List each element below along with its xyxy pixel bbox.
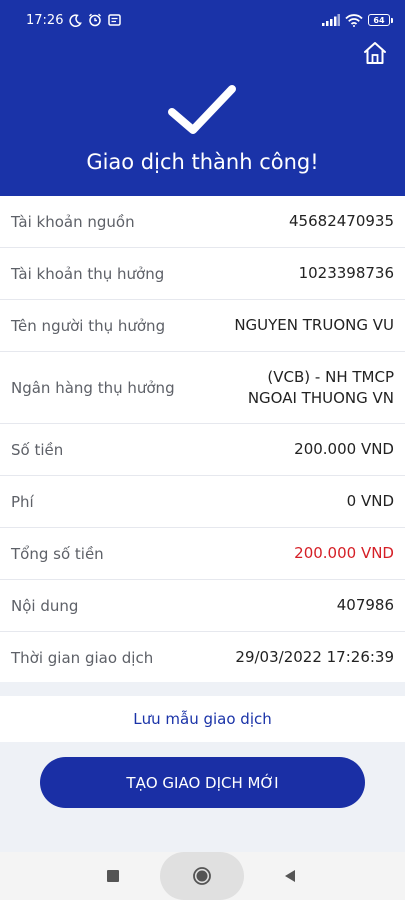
battery-level: 64 xyxy=(373,15,385,25)
system-nav-bar xyxy=(0,852,405,900)
section-divider xyxy=(0,682,405,696)
detail-value: 200.000 VND xyxy=(294,440,394,458)
moon-icon xyxy=(69,13,83,27)
detail-label: Tổng số tiền xyxy=(11,544,104,563)
new-transaction-button[interactable]: TẠO GIAO DỊCH MỚI xyxy=(40,757,365,808)
recent-apps-button[interactable] xyxy=(100,864,126,888)
detail-value: NGUYEN TRUONG VU xyxy=(234,316,394,334)
detail-row-fee: Phí 0 VND xyxy=(0,476,405,528)
header: 17:26 64 Giao dịch thành công! xyxy=(0,0,405,196)
detail-label: Tài khoản thụ hưởng xyxy=(11,264,165,283)
detail-value: (VCB) - NH TMCP NGOAI THUONG VN xyxy=(247,367,394,407)
success-title: Giao dịch thành công! xyxy=(86,150,319,174)
transaction-details: Tài khoản nguồn 45682470935 Tài khoản th… xyxy=(0,196,405,684)
nav-home-button[interactable] xyxy=(189,863,215,889)
detail-row-amount: Số tiền 200.000 VND xyxy=(0,424,405,476)
wifi-icon xyxy=(345,13,363,27)
detail-label: Số tiền xyxy=(11,440,64,459)
detail-value: 45682470935 xyxy=(289,212,394,230)
detail-row-total: Tổng số tiền 200.000 VND xyxy=(0,528,405,580)
detail-row-source-account: Tài khoản nguồn 45682470935 xyxy=(0,196,405,248)
detail-label: Tên người thụ hưởng xyxy=(11,316,166,335)
detail-value: 0 VND xyxy=(346,492,394,510)
home-button[interactable] xyxy=(362,40,388,66)
alarm-icon xyxy=(88,13,102,27)
detail-label: Tài khoản nguồn xyxy=(11,212,135,231)
home-icon xyxy=(193,867,211,885)
back-icon xyxy=(285,870,295,882)
home-icon xyxy=(364,42,386,64)
detail-row-content: Nội dung 407986 xyxy=(0,580,405,632)
signal-icon xyxy=(322,14,340,26)
recent-apps-icon xyxy=(107,870,119,882)
status-time: 17:26 xyxy=(26,12,64,28)
detail-row-beneficiary-name: Tên người thụ hưởng NGUYEN TRUONG VU xyxy=(0,300,405,352)
detail-value: 29/03/2022 17:26:39 xyxy=(235,648,394,666)
detail-value: 1023398736 xyxy=(298,264,394,282)
battery-icon: 64 xyxy=(368,14,393,26)
detail-value-total: 200.000 VND xyxy=(294,544,394,562)
detail-row-time: Thời gian giao dịch 29/03/2022 17:26:39 xyxy=(0,632,405,684)
status-bar: 17:26 64 xyxy=(0,0,405,40)
detail-label: Phí xyxy=(11,492,34,511)
detail-row-beneficiary-account: Tài khoản thụ hưởng 1023398736 xyxy=(0,248,405,300)
save-template-button[interactable]: Lưu mẫu giao dịch xyxy=(0,696,405,742)
detail-label: Thời gian giao dịch xyxy=(11,648,154,667)
detail-label: Ngân hàng thụ hưởng xyxy=(11,378,175,397)
detail-label: Nội dung xyxy=(11,596,79,615)
detail-value: 407986 xyxy=(336,596,394,614)
detail-row-beneficiary-bank: Ngân hàng thụ hưởng (VCB) - NH TMCP NGOA… xyxy=(0,352,405,424)
notification-icon xyxy=(108,14,122,26)
checkmark-icon xyxy=(168,85,236,134)
back-button[interactable] xyxy=(277,864,303,888)
